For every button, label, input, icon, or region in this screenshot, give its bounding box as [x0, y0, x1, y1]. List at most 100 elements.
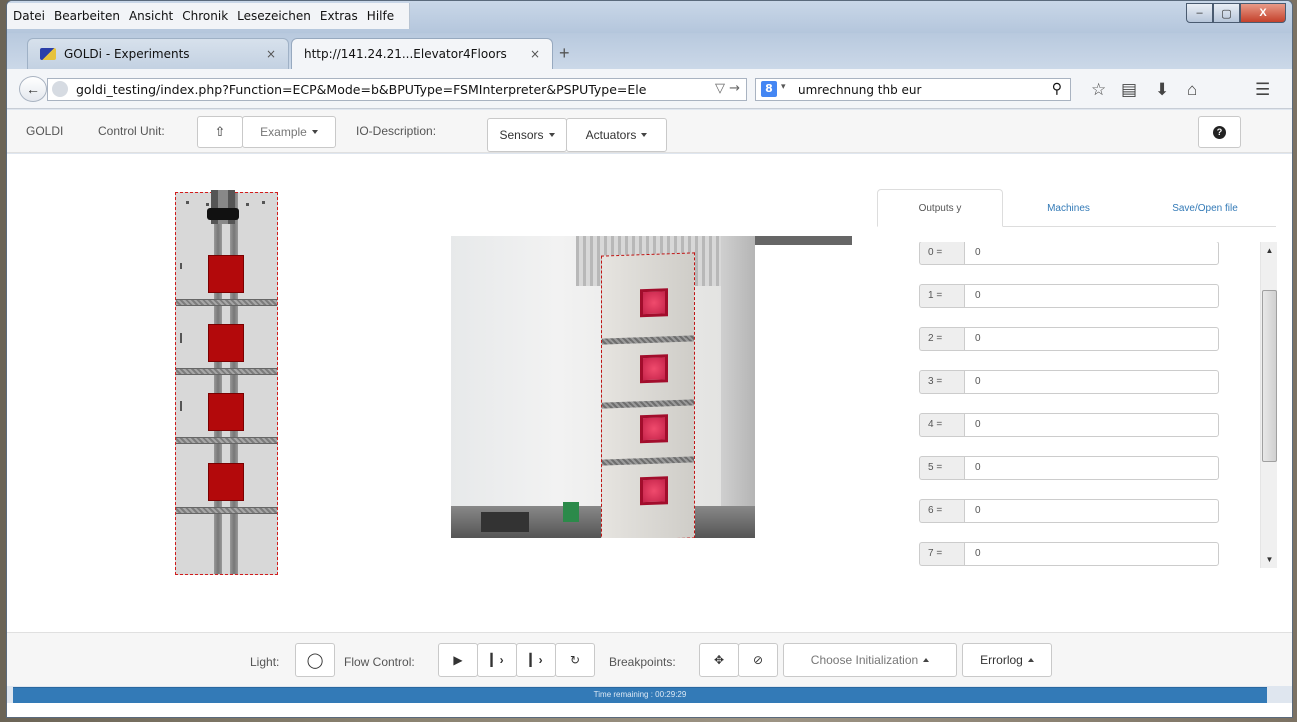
reading-list-icon[interactable]: ▤ [1121, 80, 1137, 100]
goldi-app-bar: GOLDI Control Unit: ⇧ Example IO-Descrip… [7, 110, 1292, 153]
upload-control-unit-button[interactable]: ⇧ [197, 116, 243, 148]
play-button[interactable]: ▶ [438, 643, 478, 677]
control-unit-label: Control Unit: [98, 124, 165, 138]
output-value-field[interactable]: 0 [964, 327, 1219, 351]
close-tab-icon[interactable]: × [530, 47, 540, 61]
tab-outputs-y[interactable]: Outputs y [877, 189, 1003, 227]
search-icon[interactable]: ⚲ [1052, 81, 1062, 97]
output-value-field[interactable]: 0 [964, 370, 1219, 394]
scroll-down-icon[interactable]: ▼ [1261, 551, 1278, 568]
output-index: 7 = [919, 542, 964, 566]
actuators-dropdown[interactable]: Actuators [566, 118, 667, 152]
example-dropdown[interactable]: Example [242, 116, 336, 148]
light-toggle-button[interactable]: ◯ [295, 643, 335, 677]
choose-initialization-dropdown[interactable]: Choose Initialization [783, 643, 957, 677]
floor-indicator [180, 401, 182, 411]
caret-down-icon [311, 130, 318, 134]
elevator-motor-base [207, 208, 239, 220]
output-value-field[interactable]: 0 [964, 542, 1219, 566]
errorlog-dropdown[interactable]: Errorlog [962, 643, 1052, 677]
light-label: Light: [250, 655, 280, 669]
tab-title: http://141.24.21...Elevator4Floors [304, 47, 507, 61]
output-value-field[interactable]: 0 [964, 499, 1219, 523]
site-identity-icon[interactable] [52, 81, 68, 97]
tab-save-open-file[interactable]: Save/Open file [1134, 189, 1276, 227]
output-value-field[interactable]: 0 [964, 284, 1219, 308]
scroll-up-icon[interactable]: ▲ [1261, 242, 1278, 259]
output-row: 1 = 0 [919, 279, 1219, 308]
add-breakpoint-button[interactable]: ✥ [699, 643, 739, 677]
menu-chronik[interactable]: Chronik [182, 9, 228, 23]
download-icon[interactable]: ⬇ [1155, 80, 1169, 100]
experiment-content: Outputs y Machines Save/Open file 0 = 0 1… [7, 154, 1292, 632]
model-door [640, 288, 668, 318]
outputs-list: 0 = 0 1 = 0 2 = 0 3 = 0 4 = 0 5 = 0 6 = 0 7 = 0 [919, 242, 1219, 568]
model-door [640, 414, 668, 444]
star-icon[interactable]: ☆ [1091, 80, 1106, 100]
floor-divider [176, 368, 277, 375]
brand-label[interactable]: GOLDI [26, 124, 63, 138]
model-door [640, 354, 668, 384]
search-bar[interactable]: 8 ▾ umrechnung thb eur ⚲ [755, 78, 1071, 101]
menu-extras[interactable]: Extras [320, 9, 358, 23]
sensors-dropdown[interactable]: Sensors [487, 118, 567, 152]
floor-divider [176, 507, 277, 514]
example-label: Example [260, 125, 307, 139]
clear-breakpoints-button[interactable]: ⊘ [738, 643, 778, 677]
step-end-icon: ▎› [529, 653, 543, 667]
menu-datei[interactable]: Datei [13, 9, 45, 23]
elevator-rail [214, 193, 222, 574]
io-description-label: IO-Description: [356, 124, 437, 138]
google-search-engine-icon[interactable]: 8 [761, 81, 777, 97]
maximize-button[interactable]: ▢ [1213, 3, 1240, 23]
step-end-button[interactable]: ▎› [516, 643, 556, 677]
address-bar[interactable]: goldi_testing/index.php?Function=ECP&Mod… [47, 78, 747, 101]
elevator-door-floor-3[interactable] [208, 324, 244, 362]
step-button[interactable]: ▎› [477, 643, 517, 677]
caret-down-icon [548, 133, 555, 137]
tab-goldi-experiments[interactable]: GOLDi - Experiments × [27, 38, 289, 69]
elevator-door-floor-2[interactable] [208, 393, 244, 431]
elevator-schematic[interactable] [175, 192, 278, 575]
help-button[interactable]: ? [1198, 116, 1241, 148]
model-floor-band [602, 456, 694, 466]
engine-dropdown-icon[interactable]: ▾ [781, 82, 786, 92]
tab-strip: GOLDi - Experiments × http://141.24.21..… [7, 33, 1292, 69]
menu-ansicht[interactable]: Ansicht [129, 9, 173, 23]
close-tab-icon[interactable]: × [266, 47, 276, 61]
physical-elevator-model [601, 252, 695, 538]
webcam-image [451, 236, 755, 538]
scrollbar-thumb[interactable] [1262, 290, 1277, 462]
time-remaining-text: Time remaining : 00:29:29 [593, 690, 687, 699]
menu-lesezeichen[interactable]: Lesezeichen [237, 9, 311, 23]
output-row: 5 = 0 [919, 451, 1219, 480]
output-index: 0 = [919, 242, 964, 265]
move-icon: ✥ [713, 653, 725, 667]
menu-hilfe[interactable]: Hilfe [367, 9, 394, 23]
tab-machines[interactable]: Machines [1003, 189, 1134, 227]
output-value-field[interactable]: 0 [964, 456, 1219, 480]
lightbulb-icon: ◯ [306, 652, 324, 669]
elevator-door-floor-1[interactable] [208, 463, 244, 501]
sensors-label: Sensors [499, 128, 544, 142]
elevator-door-floor-4[interactable] [208, 255, 244, 293]
close-window-button[interactable]: X [1240, 3, 1286, 23]
caret-down-icon [641, 133, 648, 137]
sensor-dot [206, 203, 209, 206]
menu-icon[interactable]: ☰ [1255, 80, 1270, 100]
outputs-scrollbar[interactable]: ▲ ▼ [1260, 242, 1277, 568]
menu-bearbeiten[interactable]: Bearbeiten [54, 9, 120, 23]
reset-button[interactable]: ↻ [555, 643, 595, 677]
navigation-bar: ← goldi_testing/index.php?Function=ECP&M… [7, 69, 1292, 109]
output-value-field[interactable]: 0 [964, 413, 1219, 437]
floor-divider [176, 299, 277, 306]
output-value-field[interactable]: 0 [964, 242, 1219, 265]
home-icon[interactable]: ⌂ [1187, 80, 1197, 100]
tab-elevator4floors[interactable]: http://141.24.21...Elevator4Floors × [291, 38, 553, 69]
back-button[interactable]: ← [19, 76, 47, 102]
output-index: 5 = [919, 456, 964, 480]
new-tab-button[interactable]: + [559, 43, 570, 64]
search-query: umrechnung thb eur [798, 82, 922, 97]
minimize-button[interactable]: – [1186, 3, 1213, 23]
url-go-icon[interactable]: ▽ → [715, 81, 740, 96]
